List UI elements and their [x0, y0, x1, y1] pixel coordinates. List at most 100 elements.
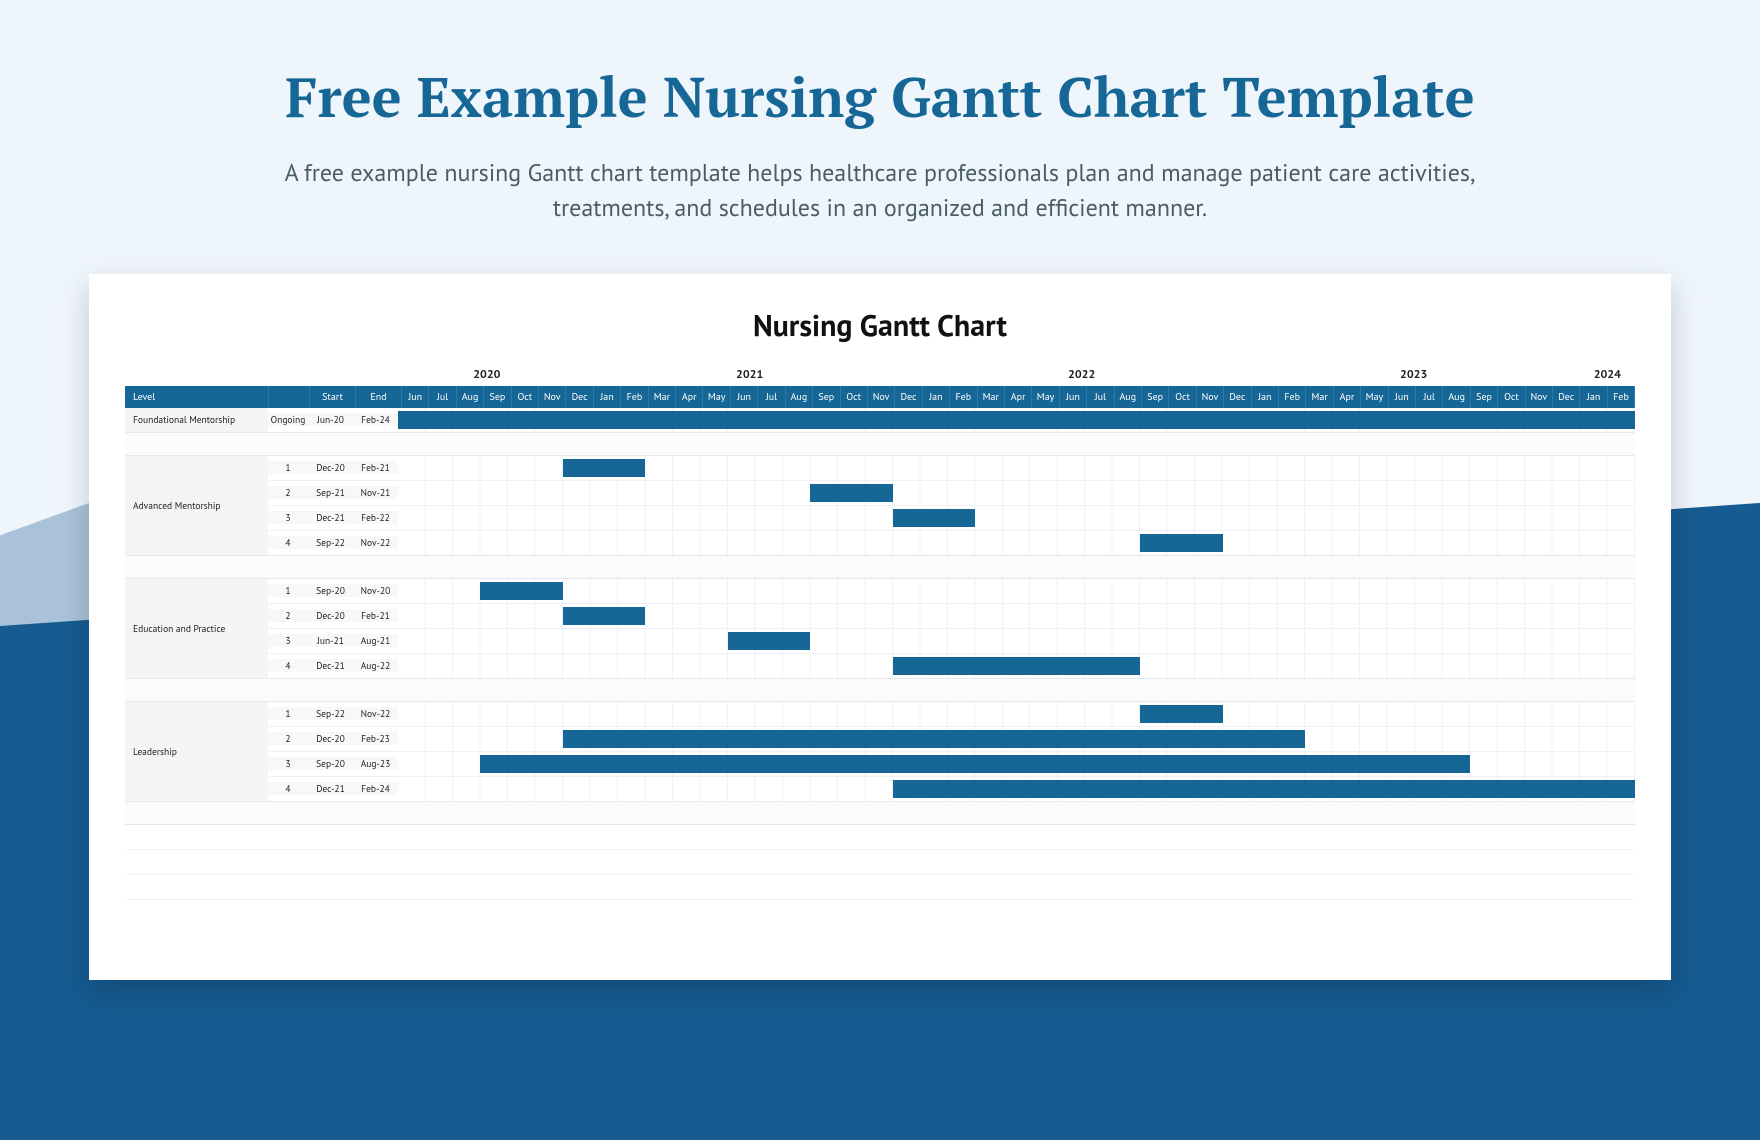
- column-header-row: LevelStartEndJunJulAugSepOctNovDecJanFeb…: [125, 386, 1635, 408]
- row-end: Aug-23: [353, 757, 398, 770]
- gantt-bar: [563, 730, 1305, 748]
- gantt-frame: 20202021202220232024 LevelStartEndJunJul…: [125, 367, 1635, 900]
- col-month: Mar: [649, 386, 676, 408]
- col-month: Jun: [1060, 386, 1087, 408]
- gantt-bar: [563, 459, 645, 477]
- gantt-bar: [893, 780, 1635, 798]
- gantt-bar: [893, 657, 1140, 675]
- row-n: 4: [268, 536, 308, 549]
- col-month: Dec: [566, 386, 593, 408]
- gantt-bar: [810, 484, 892, 502]
- year-header: 2023: [1248, 367, 1580, 386]
- stage: Free Example Nursing Gantt Chart Templat…: [0, 0, 1760, 1140]
- blank-row: [125, 825, 1635, 850]
- row-end: Feb-21: [353, 461, 398, 474]
- gantt-bar: [1140, 705, 1222, 723]
- col-month: Sep: [484, 386, 511, 408]
- row-n: 3: [268, 511, 308, 524]
- row-end: Nov-21: [353, 486, 398, 499]
- col-month: Dec: [895, 386, 922, 408]
- row-n: 2: [268, 609, 308, 622]
- page-title: Free Example Nursing Gantt Chart Templat…: [0, 60, 1760, 134]
- col-n: [269, 386, 310, 408]
- col-month: Jun: [1389, 386, 1416, 408]
- col-month: Nov: [868, 386, 895, 408]
- group-gap: [125, 679, 1635, 702]
- col-month: Feb: [1608, 386, 1635, 408]
- col-month: Oct: [1169, 386, 1196, 408]
- gantt-bar: [1140, 534, 1222, 552]
- col-month: May: [1361, 386, 1388, 408]
- gantt-row: 4Dec-21Feb-24: [268, 776, 1635, 801]
- group-gap: [125, 556, 1635, 579]
- col-month: Jul: [1416, 386, 1443, 408]
- gantt-group: Foundational MentorshipOngoingJun-20Feb-…: [125, 408, 1635, 433]
- col-month: Dec: [1553, 386, 1580, 408]
- group-rows: 1Dec-20Feb-212Sep-21Nov-213Dec-21Feb-224…: [268, 456, 1635, 555]
- group-rows: 1Sep-22Nov-222Dec-20Feb-233Sep-20Aug-234…: [268, 702, 1635, 801]
- gantt-row: 3Sep-20Aug-23: [268, 751, 1635, 776]
- year-header: 2022: [916, 367, 1248, 386]
- gantt-row: 3Dec-21Feb-22: [268, 505, 1635, 530]
- gantt-bar: [893, 509, 975, 527]
- row-n: 3: [268, 634, 308, 647]
- group-label: Foundational Mentorship: [125, 408, 268, 432]
- gantt-row: 3Jun-21Aug-21: [268, 628, 1635, 653]
- row-start: Sep-20: [308, 584, 353, 597]
- gantt-row: 2Dec-20Feb-21: [268, 603, 1635, 628]
- row-n: 2: [268, 486, 308, 499]
- row-start: Jun-21: [308, 634, 353, 647]
- row-end: Feb-23: [353, 732, 398, 745]
- row-n: Ongoing: [268, 413, 308, 426]
- col-month: Feb: [1279, 386, 1306, 408]
- gantt-body: Foundational MentorshipOngoingJun-20Feb-…: [125, 408, 1635, 900]
- row-n: 1: [268, 707, 308, 720]
- row-timeline: [398, 604, 1635, 628]
- group-label: Advanced Mentorship: [125, 456, 268, 555]
- row-timeline: [398, 654, 1635, 678]
- gantt-row: 4Dec-21Aug-22: [268, 653, 1635, 678]
- col-month: Oct: [512, 386, 539, 408]
- row-start: Dec-20: [308, 609, 353, 622]
- col-month: Aug: [1443, 386, 1470, 408]
- col-month: Nov: [1526, 386, 1553, 408]
- gantt-row: OngoingJun-20Feb-24: [268, 408, 1635, 432]
- row-timeline: [398, 727, 1635, 751]
- col-month: Jun: [731, 386, 758, 408]
- gantt-bar: [480, 582, 562, 600]
- row-end: Aug-21: [353, 634, 398, 647]
- col-month: Aug: [1115, 386, 1142, 408]
- group-gap: [125, 433, 1635, 456]
- year-header: 2024: [1580, 367, 1635, 386]
- row-start: Dec-21: [308, 659, 353, 672]
- row-timeline: [398, 531, 1635, 555]
- row-start: Sep-21: [308, 486, 353, 499]
- gantt-row: 4Sep-22Nov-22: [268, 530, 1635, 555]
- col-month: Jan: [594, 386, 621, 408]
- col-month: May: [1032, 386, 1059, 408]
- group-label: Education and Practice: [125, 579, 268, 678]
- blank-row: [125, 875, 1635, 900]
- row-timeline: [398, 481, 1635, 505]
- col-month: Jul: [1087, 386, 1114, 408]
- col-month: Apr: [1005, 386, 1032, 408]
- year-header: 2020: [390, 367, 584, 386]
- row-start: Dec-20: [308, 732, 353, 745]
- col-month: Nov: [539, 386, 566, 408]
- col-month: Apr: [676, 386, 703, 408]
- row-n: 3: [268, 757, 308, 770]
- gantt-row: 1Dec-20Feb-21: [268, 456, 1635, 480]
- row-n: 1: [268, 461, 308, 474]
- chart-title: Nursing Gantt Chart: [125, 306, 1635, 345]
- row-start: Dec-21: [308, 511, 353, 524]
- col-month: Jul: [429, 386, 456, 408]
- gantt-row: 2Dec-20Feb-23: [268, 726, 1635, 751]
- row-n: 2: [268, 732, 308, 745]
- row-end: Nov-22: [353, 536, 398, 549]
- col-month: Jun: [402, 386, 429, 408]
- year-header-row: 20202021202220232024: [390, 367, 1635, 386]
- content: Free Example Nursing Gantt Chart Templat…: [0, 0, 1760, 980]
- col-month: Sep: [1142, 386, 1169, 408]
- group-rows: OngoingJun-20Feb-24: [268, 408, 1635, 432]
- group-gap: [125, 802, 1635, 825]
